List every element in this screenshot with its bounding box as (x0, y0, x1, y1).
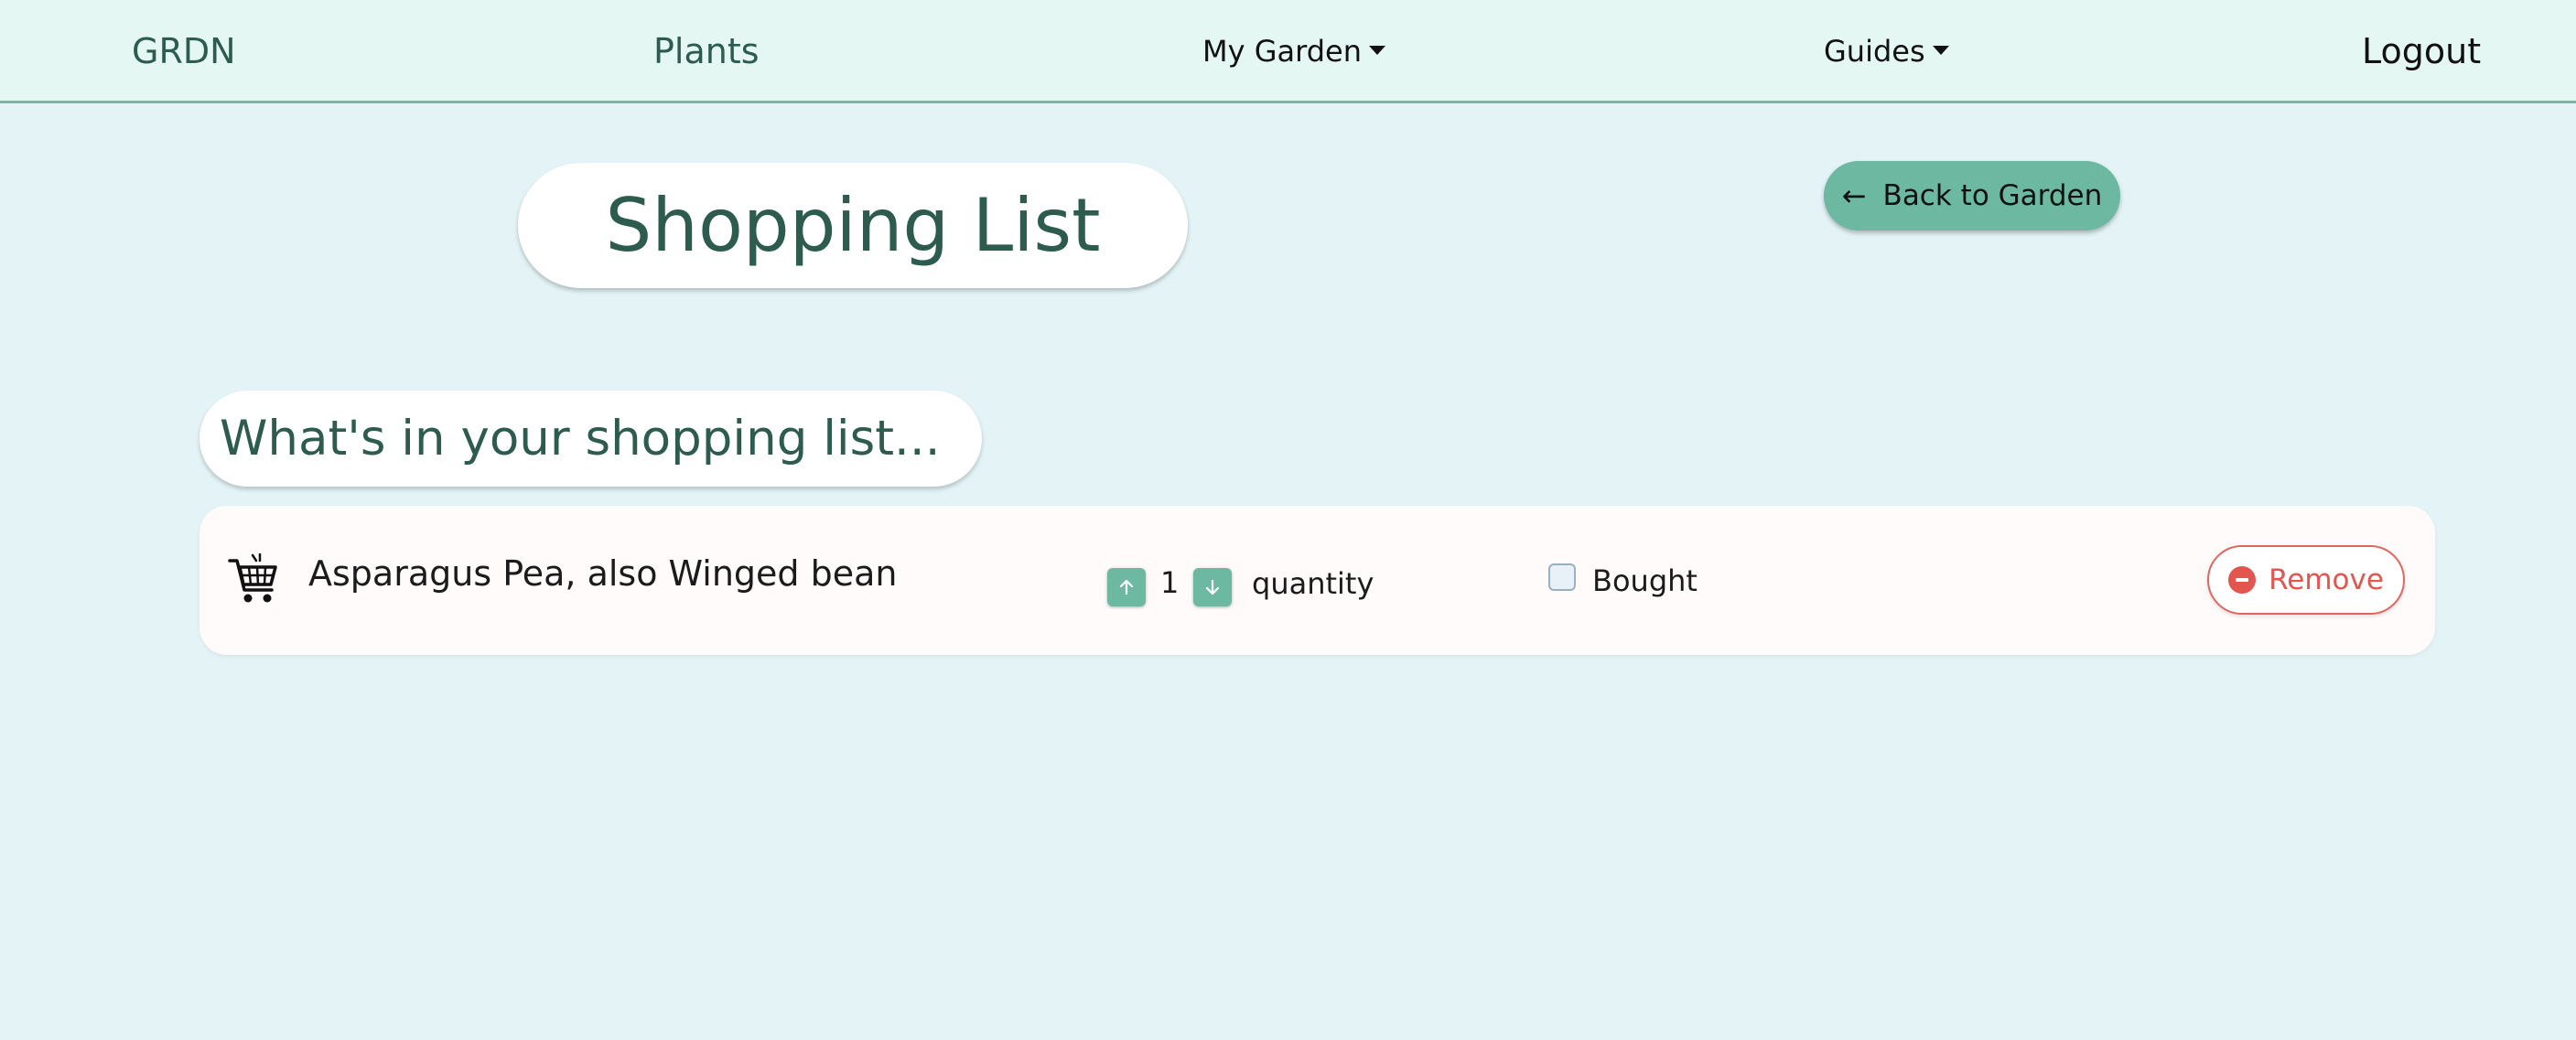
caret-down-icon (1369, 46, 1385, 55)
arrow-left-icon: ← (1841, 178, 1867, 213)
bought-label[interactable]: Bought (1592, 563, 1698, 598)
logout-link[interactable]: Logout (2362, 0, 2481, 103)
shopping-list-item: Asparagus Pea, also Winged bean 1 quanti… (199, 506, 2435, 655)
caret-down-icon (1932, 46, 1949, 55)
arrow-down-icon (1205, 579, 1220, 595)
minus-circle-icon (2228, 566, 2257, 594)
back-to-garden-button[interactable]: ← Back to Garden (1824, 161, 2120, 231)
nav-plants-link[interactable]: Plants (653, 0, 760, 103)
arrow-up-icon (1119, 579, 1134, 595)
nav-my-garden-label: My Garden (1202, 34, 1362, 69)
remove-label: Remove (2269, 563, 2384, 596)
bought-checkbox[interactable] (1548, 563, 1576, 591)
decrease-quantity-button[interactable] (1193, 568, 1232, 606)
top-navbar: GRDN Plants My Garden Guides Logout (0, 0, 2576, 103)
section-heading-container: What's in your shopping list... (199, 391, 982, 487)
page-title-container: Shopping List (518, 163, 1188, 288)
brand-link[interactable]: GRDN (132, 0, 236, 103)
back-to-garden-label: Back to Garden (1882, 179, 2103, 212)
nav-my-garden-dropdown[interactable]: My Garden (1202, 0, 1385, 103)
nav-guides-label: Guides (1824, 34, 1925, 69)
quantity-label: quantity (1252, 566, 1374, 601)
remove-item-button[interactable]: Remove (2207, 545, 2405, 615)
shopping-cart-icon (228, 553, 277, 603)
page-title: Shopping List (605, 183, 1101, 268)
quantity-value: 1 (1160, 565, 1180, 600)
item-name: Asparagus Pea, also Winged bean (308, 553, 898, 594)
increase-quantity-button[interactable] (1107, 568, 1146, 606)
nav-guides-dropdown[interactable]: Guides (1824, 0, 1949, 103)
section-heading: What's in your shopping list... (220, 411, 941, 466)
